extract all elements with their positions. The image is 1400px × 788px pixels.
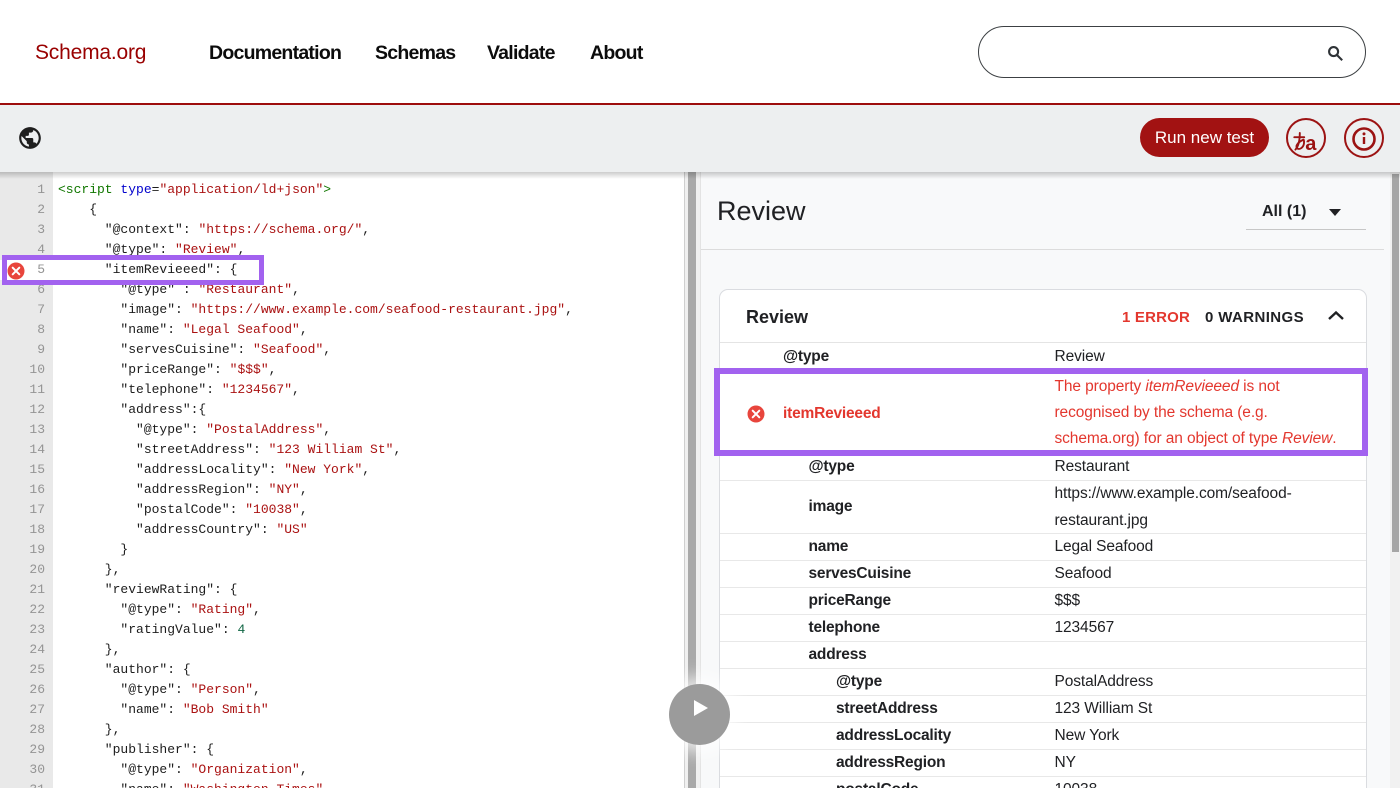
svg-text:a: a — [1305, 133, 1317, 155]
